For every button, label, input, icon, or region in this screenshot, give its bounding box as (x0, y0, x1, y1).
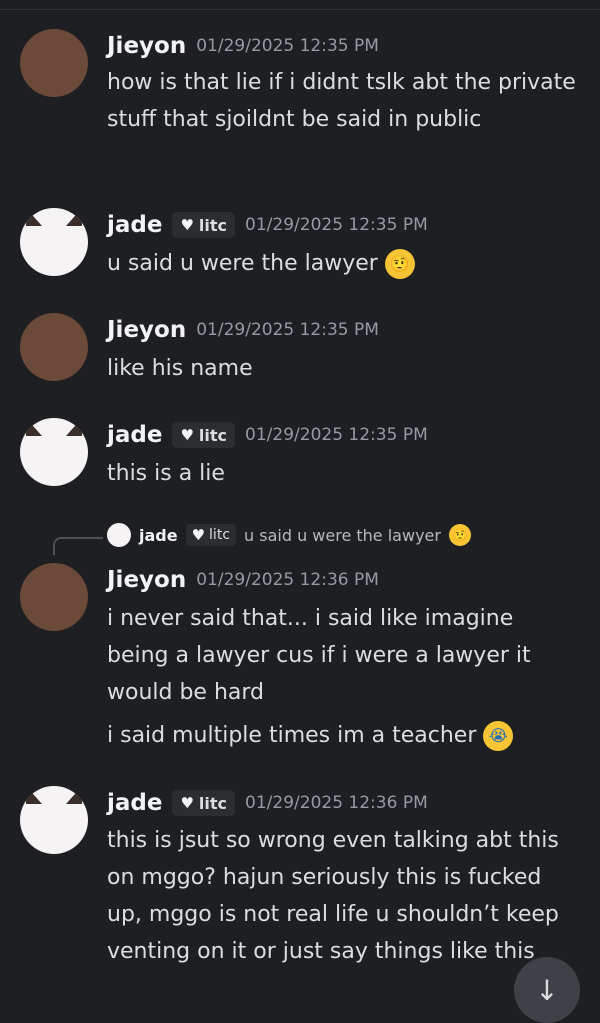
message-text: this is jsut so wrong even talking abt t… (107, 828, 559, 964)
author-name[interactable]: jade (107, 790, 162, 816)
reply-avatar (107, 523, 131, 547)
cat-ear-icon (66, 418, 82, 436)
author-name[interactable]: jade (107, 422, 162, 448)
message-text-content: i said multiple times im a teacher (107, 723, 477, 748)
server-tag-label: litc (198, 425, 228, 445)
message-text: how is that lie if i didnt tslk abt the … (107, 70, 576, 132)
reply-server-tag: ♥ litc (185, 524, 237, 546)
timestamp: 01/29/2025 12:35 PM (245, 425, 428, 445)
reply-preview[interactable]: jade ♥ litc u said u were the lawyer 🤨 (107, 523, 471, 547)
avatar[interactable] (20, 563, 88, 631)
timestamp: 01/29/2025 12:35 PM (245, 215, 428, 235)
raised-eyebrow-emoji-icon: 🤨 (448, 524, 471, 546)
raised-eyebrow-emoji-icon[interactable]: 🤨 (384, 249, 415, 279)
server-tag-label: litc (198, 215, 228, 235)
message-text: this is a lie (107, 461, 225, 486)
arrow-down-icon: ↓ (535, 973, 559, 1007)
server-tag[interactable]: ♥ litc (172, 790, 236, 816)
avatar[interactable] (20, 313, 88, 381)
message-text: i never said that... i said like imagine… (107, 606, 531, 705)
server-tag-label: litc (198, 793, 228, 813)
cat-ear-icon (66, 208, 82, 226)
message-text: u said u were the lawyer 🤨 (107, 245, 577, 282)
crying-emoji-icon[interactable]: 😭 (483, 721, 514, 751)
author-name[interactable]: jade (107, 212, 162, 238)
reply-connector (53, 537, 103, 555)
cat-ear-icon (26, 418, 42, 436)
reply-author[interactable]: jade (139, 526, 178, 545)
heart-icon: ♥ (191, 526, 206, 544)
message-text-content: u said u were the lawyer (107, 251, 378, 276)
heart-icon: ♥ (180, 216, 194, 234)
server-tag[interactable]: ♥ litc (172, 422, 236, 448)
avatar[interactable] (20, 29, 88, 97)
heart-icon: ♥ (180, 426, 194, 444)
timestamp: 01/29/2025 12:35 PM (196, 320, 379, 340)
timestamp: 01/29/2025 12:36 PM (196, 570, 379, 590)
message-text: i said multiple times im a teacher 😭 (107, 717, 577, 754)
reply-text: u said u were the lawyer (244, 525, 441, 545)
author-name[interactable]: Jieyon (107, 33, 186, 59)
timestamp: 01/29/2025 12:36 PM (245, 793, 428, 813)
author-name[interactable]: Jieyon (107, 317, 186, 343)
avatar[interactable] (20, 418, 88, 486)
reply-tag-label: litc (209, 527, 231, 543)
timestamp: 01/29/2025 12:35 PM (196, 36, 379, 56)
cat-ear-icon (66, 786, 82, 804)
top-divider (0, 9, 600, 10)
cat-ear-icon (26, 786, 42, 804)
avatar[interactable] (20, 786, 88, 854)
message-text: like his name (107, 356, 253, 381)
author-name[interactable]: Jieyon (107, 567, 186, 593)
server-tag[interactable]: ♥ litc (172, 212, 236, 238)
avatar[interactable] (20, 208, 88, 276)
scroll-down-button[interactable]: ↓ (514, 957, 580, 1023)
heart-icon: ♥ (180, 794, 194, 812)
cat-ear-icon (26, 208, 42, 226)
